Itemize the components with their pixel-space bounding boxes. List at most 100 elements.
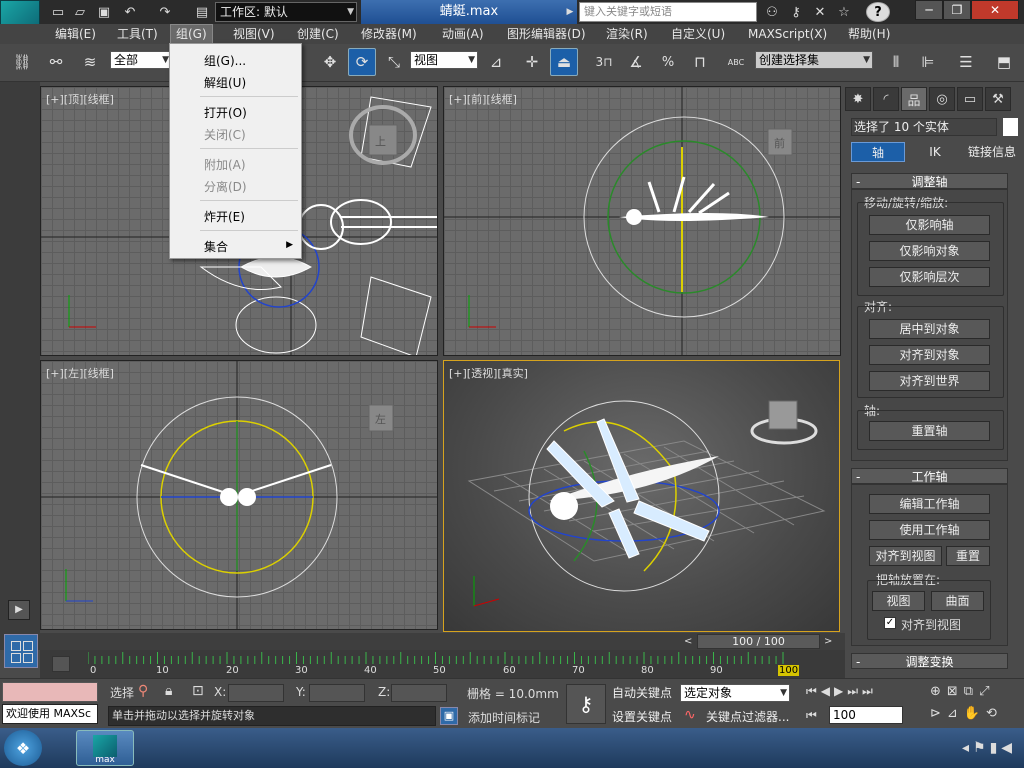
motion-tab-icon[interactable]: ◎ [929, 87, 955, 111]
x-coord-input[interactable] [228, 684, 284, 702]
utilities-tab-icon[interactable]: ⚒ [985, 87, 1011, 111]
viewport-perspective-label[interactable]: [+][透视][真实] [449, 365, 528, 381]
time-slider-thumb[interactable]: 100 / 100 [697, 634, 820, 649]
viewport-top-label[interactable]: [+][顶][线框] [46, 91, 114, 107]
align-icon[interactable]: ⊫ [914, 48, 942, 76]
unlink-icon[interactable]: ⚯ [42, 48, 70, 76]
percent-snap-icon[interactable]: % [654, 48, 682, 76]
y-coord-input[interactable] [309, 684, 365, 702]
playback-controls[interactable]: ⏮◀▶⏭⏭ [806, 684, 877, 699]
snaps-toggle-icon[interactable]: 3 ⊓ [590, 48, 618, 76]
maximize-button[interactable]: ❐ [943, 0, 971, 20]
windows-start-icon[interactable]: ❖ [4, 730, 42, 766]
auto-key-button[interactable]: 自动关键点 [612, 684, 672, 701]
keyboard-shortcut-override-icon[interactable]: ⏏ [550, 48, 578, 76]
center-to-object-button[interactable]: 居中到对象 [869, 319, 990, 339]
menu-create[interactable]: 创建(C) [292, 24, 344, 44]
affect-object-only-button[interactable]: 仅影响对象 [869, 241, 990, 261]
ref-coord-combo[interactable]: 视图 ▼ [410, 51, 478, 69]
display-tab-icon[interactable]: ▭ [957, 87, 983, 111]
selection-lock-icon[interactable]: 🔒︎ [165, 683, 172, 699]
menu-rendering[interactable]: 渲染(R) [601, 24, 653, 44]
menu-animation[interactable]: 动画(A) [437, 24, 489, 44]
group-menu-assembly[interactable]: 集合 [204, 238, 228, 255]
reset-working-pivot-button[interactable]: 重置 [946, 546, 990, 566]
new-file-icon[interactable]: ▭ [48, 2, 68, 22]
menu-tools[interactable]: 工具(T) [112, 24, 163, 44]
angle-snap-icon[interactable]: ∡ [622, 48, 650, 76]
project-folder-icon[interactable]: ▤ [192, 2, 212, 22]
default-in-out-tangent-icon[interactable]: ⚷ [566, 684, 606, 724]
edit-named-selection-icon[interactable]: ABC [722, 48, 750, 76]
place-surface-button[interactable]: 曲面 [931, 591, 984, 611]
viewport-left[interactable]: [+][左][线框] 左 [40, 360, 438, 630]
key-filters-icon[interactable]: ∿ [684, 707, 696, 723]
add-time-tag-label[interactable]: 添加时间标记 [468, 709, 540, 726]
select-manipulate-icon[interactable]: ✛ [518, 48, 546, 76]
exchange-icon[interactable]: ✕ [810, 2, 830, 22]
layer-manager-icon[interactable]: ☰ [952, 48, 980, 76]
isolate-selection-icon[interactable]: ⚲ [138, 683, 148, 699]
align-to-world-button[interactable]: 对齐到世界 [869, 371, 990, 391]
viewport-front[interactable]: [+][前][线框] 前 [443, 86, 841, 356]
z-coord-input[interactable] [391, 684, 447, 702]
rollout-adjust-pivot[interactable]: - 调整轴 [851, 173, 1008, 189]
hierarchy-tab-icon[interactable]: 品 [901, 87, 927, 111]
workspace-combo[interactable]: 工作区: 默认 ▼ [215, 2, 357, 22]
absolute-mode-icon[interactable]: ⊡ [192, 683, 204, 699]
align-to-view-button[interactable]: 对齐到视图 [869, 546, 942, 566]
reset-pivot-button[interactable]: 重置轴 [869, 421, 990, 441]
search-input[interactable]: 键入关键字或短语 [579, 2, 757, 22]
select-move-icon[interactable]: ✥ [316, 48, 344, 76]
key-filters-button[interactable]: 关键点过滤器... [706, 708, 789, 725]
menu-help[interactable]: 帮助(H) [843, 24, 895, 44]
select-rotate-icon[interactable]: ⟳ [348, 48, 376, 76]
modify-tab-icon[interactable]: ◜ [873, 87, 899, 111]
viewport-layout-icon[interactable] [4, 634, 38, 668]
menu-graph-editors[interactable]: 图形编辑器(D) [502, 24, 591, 44]
graphite-tools-icon[interactable]: ⬒ [990, 48, 1018, 76]
menu-edit[interactable]: 编辑(E) [50, 24, 101, 44]
expand-arrow-icon[interactable]: ▶ [8, 600, 30, 620]
system-tray-icons[interactable]: ◂⚑▮◀ [962, 740, 1016, 756]
align-to-object-button[interactable]: 对齐到对象 [869, 345, 990, 365]
taskbar-3dsmax-item[interactable]: max [76, 730, 134, 766]
tab-pivot[interactable]: 轴 [851, 142, 905, 162]
current-frame-input[interactable]: 100 [829, 706, 903, 724]
menu-modifiers[interactable]: 修改器(M) [356, 24, 422, 44]
key-icon[interactable]: ⚷ [786, 2, 806, 22]
time-tag-icon[interactable]: ▣ [440, 707, 458, 725]
named-selection-combo[interactable]: 创建选择集 ▼ [755, 51, 873, 69]
object-color-swatch[interactable] [1003, 118, 1018, 136]
menu-maxscript[interactable]: MAXScript(X) [743, 24, 832, 44]
binoculars-icon[interactable]: ⚇ [762, 2, 782, 22]
minimize-button[interactable]: ─ [915, 0, 943, 20]
rollout-adjust-transform[interactable]: - 调整变换 [851, 653, 1008, 669]
rollout-working-pivot[interactable]: - 工作轴 [851, 468, 1008, 484]
help-icon[interactable]: ? [866, 2, 890, 22]
selected-objects-combo[interactable]: 选定对象 ▼ [680, 684, 790, 702]
time-prev-icon[interactable]: < [684, 634, 696, 649]
bind-space-warp-icon[interactable]: ≋ [76, 48, 104, 76]
undo-icon[interactable]: ↶ [120, 2, 140, 22]
viewport-nav-controls-bottom[interactable]: ⊳⊿✋⟲ [930, 706, 1003, 721]
title-arrow-icon[interactable]: ▶ [560, 2, 580, 22]
viewport-front-label[interactable]: [+][前][线框] [449, 91, 517, 107]
group-menu-open[interactable]: 打开(O) [204, 104, 247, 121]
use-working-pivot-button[interactable]: 使用工作轴 [869, 520, 990, 540]
affect-pivot-only-button[interactable]: 仅影响轴 [869, 215, 990, 235]
select-scale-icon[interactable]: ⤡ [380, 48, 408, 76]
group-menu-ungroup[interactable]: 解组(U) [204, 74, 246, 91]
pivot-center-icon[interactable]: ⊿ [482, 48, 510, 76]
time-next-icon[interactable]: > [824, 634, 836, 649]
maxscript-listener-mini[interactable] [2, 682, 98, 702]
time-config-icon[interactable]: ⏮ [806, 708, 817, 723]
viewport-perspective[interactable]: [+][透视][真实] [443, 360, 840, 632]
affect-hierarchy-only-button[interactable]: 仅影响层次 [869, 267, 990, 287]
redo-icon[interactable]: ↷ [155, 2, 175, 22]
menu-customize[interactable]: 自定义(U) [666, 24, 730, 44]
open-file-icon[interactable]: ▱ [70, 2, 90, 22]
menu-views[interactable]: 视图(V) [228, 24, 280, 44]
spinner-snap-icon[interactable]: ⊓ [686, 48, 714, 76]
create-tab-icon[interactable]: ✸ [845, 87, 871, 111]
